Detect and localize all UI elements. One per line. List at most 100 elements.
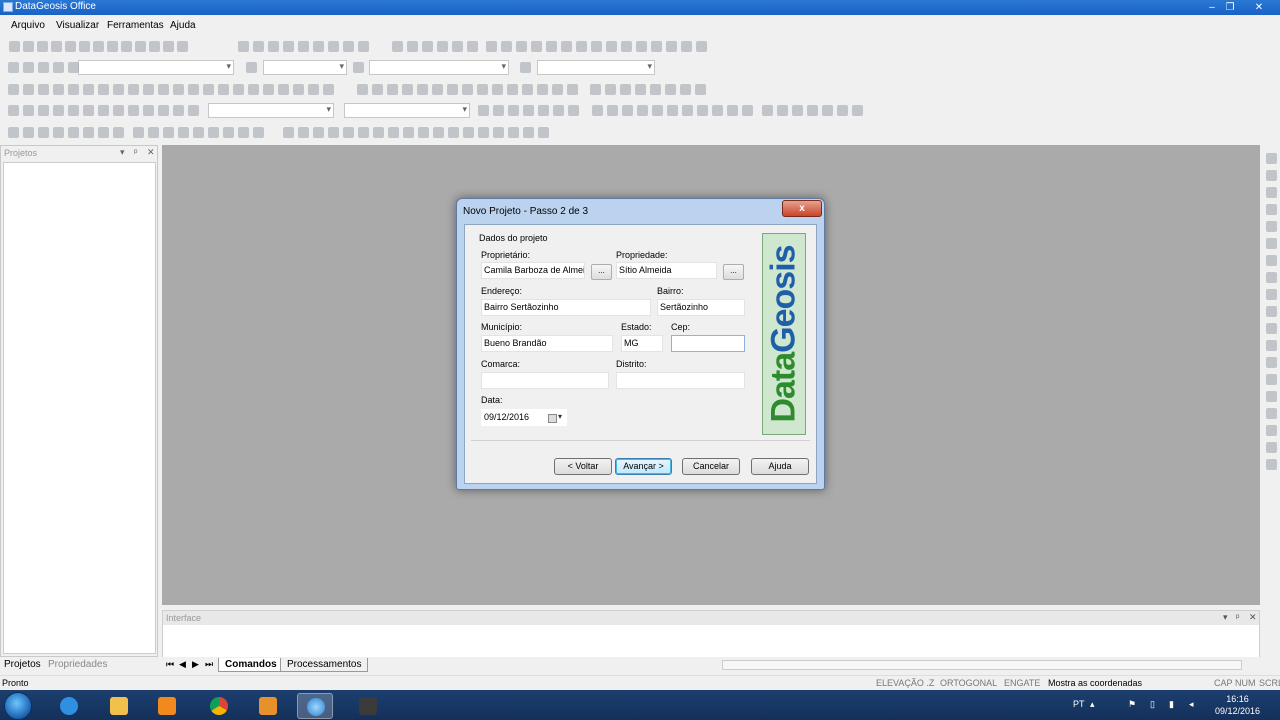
toolbar-button[interactable] — [188, 105, 199, 116]
panel-pin-icon[interactable]: ᵖ — [134, 147, 137, 157]
toolbar-button[interactable] — [149, 41, 160, 52]
toolbar-button[interactable] — [1266, 408, 1277, 419]
toolbar-button[interactable] — [665, 84, 676, 95]
toolbar-button[interactable] — [8, 84, 19, 95]
toolbar-button[interactable] — [143, 105, 154, 116]
menu-visualizar[interactable]: Visualizar — [56, 20, 99, 31]
toolbar-button[interactable] — [68, 62, 79, 73]
estado-field[interactable]: MG — [621, 335, 663, 352]
toolbar-button[interactable] — [448, 127, 459, 138]
toolbar-button[interactable] — [343, 127, 354, 138]
toolbar-button[interactable] — [568, 105, 579, 116]
toolbar-button[interactable] — [620, 84, 631, 95]
toolbar-button[interactable] — [651, 41, 662, 52]
toolbar-button[interactable] — [681, 41, 692, 52]
toolbar-button[interactable] — [523, 127, 534, 138]
toolbar-button[interactable] — [253, 41, 264, 52]
toolbar-button[interactable] — [163, 41, 174, 52]
toolbar-button[interactable] — [422, 41, 433, 52]
interface-pin-icon[interactable]: ᵖ — [1236, 612, 1239, 622]
toolbar-button[interactable] — [372, 84, 383, 95]
dialog-close-button[interactable]: x — [782, 200, 822, 217]
toolbar-button[interactable] — [23, 127, 34, 138]
toolbar-button[interactable] — [203, 84, 214, 95]
toolbar-button[interactable] — [590, 84, 601, 95]
toolbar-button[interactable] — [53, 127, 64, 138]
taskbar-recorder[interactable] — [350, 693, 386, 719]
toolbar-button[interactable] — [9, 41, 20, 52]
tab-propriedades[interactable]: Propriedades — [48, 659, 107, 670]
toolbar-button[interactable] — [697, 105, 708, 116]
toolbar-button[interactable] — [522, 84, 533, 95]
toolbar-button[interactable] — [353, 62, 364, 73]
toolbar-button[interactable] — [537, 84, 548, 95]
toolbar-button[interactable] — [373, 127, 384, 138]
toolbar-button[interactable] — [218, 84, 229, 95]
toolbar-button[interactable] — [1266, 323, 1277, 334]
toolbar-button[interactable] — [1266, 289, 1277, 300]
toolbar-button[interactable] — [83, 105, 94, 116]
distrito-field[interactable] — [616, 372, 745, 389]
language-indicator[interactable]: PT — [1073, 699, 1085, 709]
toolbar-button[interactable] — [113, 127, 124, 138]
taskbar-media[interactable] — [149, 693, 185, 719]
toolbar-button[interactable] — [128, 105, 139, 116]
menu-arquivo[interactable]: Arquivo — [11, 20, 45, 31]
toolbar-button[interactable] — [148, 127, 159, 138]
toolbar-button[interactable] — [79, 41, 90, 52]
toolbar-button[interactable] — [478, 105, 489, 116]
toolbar-button[interactable] — [777, 105, 788, 116]
bairro-field[interactable]: Sertãozinho — [657, 299, 745, 316]
toolbar-button[interactable] — [433, 127, 444, 138]
tray-expand-icon[interactable]: ▴ — [1090, 699, 1095, 710]
toolbar-button[interactable] — [606, 41, 617, 52]
toolbar-button[interactable] — [742, 105, 753, 116]
toolbar-button[interactable] — [253, 127, 264, 138]
toolbar-button[interactable] — [621, 41, 632, 52]
toolbar-button[interactable] — [1266, 391, 1277, 402]
toolbar-button[interactable] — [313, 127, 324, 138]
toolbar-button[interactable] — [358, 127, 369, 138]
taskbar-explorer[interactable] — [101, 693, 137, 719]
comarca-field[interactable] — [481, 372, 609, 389]
toolbar-button[interactable] — [133, 127, 144, 138]
toolbar-button[interactable] — [607, 105, 618, 116]
toolbar-button[interactable] — [293, 84, 304, 95]
toolbar-button[interactable] — [298, 41, 309, 52]
endereco-field[interactable]: Bairro Sertãozinho — [481, 299, 651, 316]
last-tab-icon[interactable]: ⏭ — [205, 659, 213, 670]
toolbar-button[interactable] — [792, 105, 803, 116]
status-engate[interactable]: ENGATE — [1004, 678, 1040, 688]
toolbar-button[interactable] — [98, 105, 109, 116]
toolbar-button[interactable] — [38, 105, 49, 116]
toolbar-button[interactable] — [477, 84, 488, 95]
toolbar-button[interactable] — [53, 62, 64, 73]
toolbar-button[interactable] — [501, 41, 512, 52]
proprietario-field[interactable]: Camila Barboza de Almeida — [481, 262, 585, 279]
network-icon[interactable]: ▮ — [1169, 699, 1174, 710]
toolbar-button[interactable] — [283, 41, 294, 52]
toolbar-button[interactable] — [696, 41, 707, 52]
toolbar-button[interactable] — [93, 41, 104, 52]
toolbar-button[interactable] — [1266, 255, 1277, 266]
toolbar-button[interactable] — [143, 84, 154, 95]
toolbar-button[interactable] — [1266, 204, 1277, 215]
status-elevacao[interactable]: ELEVAÇÃO .Z — [876, 678, 934, 688]
cep-field[interactable] — [671, 335, 745, 352]
toolbar-button[interactable] — [128, 84, 139, 95]
toolbar-button[interactable] — [83, 127, 94, 138]
toolbar-button[interactable] — [248, 84, 259, 95]
layer-combo[interactable] — [78, 60, 234, 75]
toolbar-button[interactable] — [447, 84, 458, 95]
toolbar-button[interactable] — [652, 105, 663, 116]
taskbar-datageosis[interactable] — [297, 693, 333, 719]
toolbar-button[interactable] — [65, 41, 76, 52]
toolbar-button[interactable] — [68, 84, 79, 95]
toolbar-button[interactable] — [238, 127, 249, 138]
start-button[interactable] — [4, 692, 32, 720]
toolbar-button[interactable] — [637, 105, 648, 116]
textstyle-combo[interactable] — [208, 103, 334, 118]
dimstyle-combo[interactable] — [344, 103, 470, 118]
interface-close-icon[interactable]: ✕ — [1249, 612, 1257, 623]
toolbar-button[interactable] — [23, 84, 34, 95]
